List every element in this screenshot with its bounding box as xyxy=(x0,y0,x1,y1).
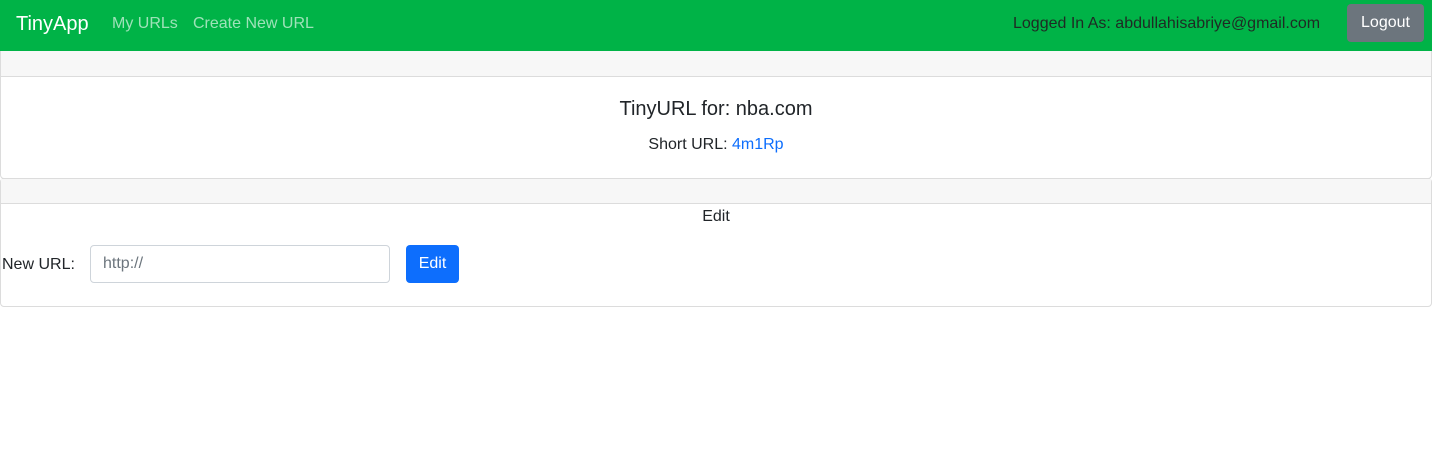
nav-link-my-urls[interactable]: My URLs xyxy=(112,14,178,34)
edit-button[interactable]: Edit xyxy=(406,245,459,283)
navbar: TinyApp My URLs Create New URL Logged In… xyxy=(0,0,1432,51)
edit-url-card: Edit New URL: Edit xyxy=(0,178,1432,307)
logout-button[interactable]: Logout xyxy=(1347,4,1424,42)
url-info-card: TinyURL for: nba.com Short URL: 4m1Rp xyxy=(0,51,1432,179)
card-header xyxy=(1,179,1431,204)
nav-link-create-new-url[interactable]: Create New URL xyxy=(193,14,314,34)
new-url-input[interactable] xyxy=(90,245,390,283)
card-header xyxy=(1,51,1431,77)
brand-link[interactable]: TinyApp xyxy=(16,12,89,36)
new-url-label: New URL: xyxy=(2,256,75,273)
logged-in-status: Logged In As: abdullahisabriye@gmail.com xyxy=(1013,15,1321,32)
edit-heading: Edit xyxy=(702,208,730,225)
short-url-link[interactable]: 4m1Rp xyxy=(732,136,784,153)
page-title: TinyURL for: nba.com xyxy=(619,98,813,120)
short-url-line: Short URL: 4m1Rp xyxy=(1,135,1431,155)
short-url-label: Short URL: xyxy=(648,136,732,153)
